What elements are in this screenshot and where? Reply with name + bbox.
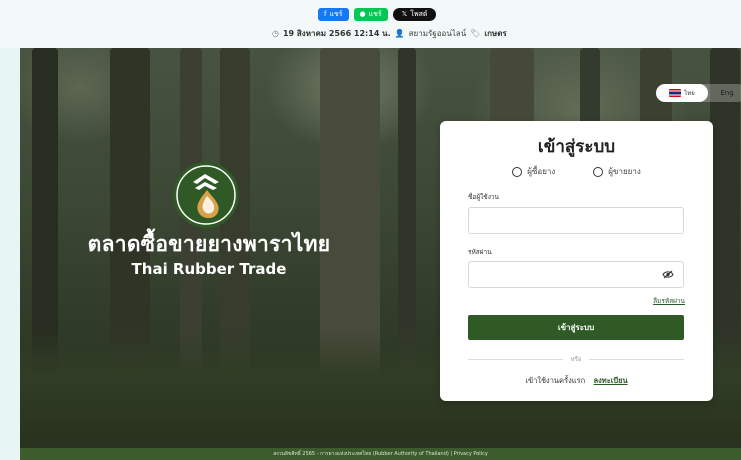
x-icon: 𝕏 (401, 10, 408, 18)
line-share-button[interactable]: ● แชร์ (353, 8, 388, 21)
brand-name-thai: ตลาดซื้อขายยางพาราไทย (87, 232, 331, 256)
role-selector: ผู้ซื้อยาง ผู้ขายยาง (440, 165, 713, 178)
brand-name-english: Thai Rubber Trade (131, 260, 287, 278)
divider-line (589, 358, 684, 360)
role-seller-label: ผู้ขายยาง (608, 167, 641, 176)
hide-password-eye-icon[interactable] (662, 270, 674, 279)
clock-icon: ◷ (272, 29, 279, 38)
register-row: เข้าใช้งานครั้งแรก ลงทะเบียน (440, 375, 713, 387)
x-post-label: โพสต์ (410, 10, 428, 18)
share-bar: f แชร์ ● แชร์ 𝕏 โพสต์ ◷ 19 สิงหาคม 2566 … (0, 0, 741, 48)
facebook-icon: f (324, 10, 327, 18)
role-buyer-radio[interactable]: ผู้ซื้อยาง (512, 165, 555, 178)
line-share-label: แชร์ (368, 10, 382, 18)
line-icon: ● (359, 10, 366, 18)
hero-image: ตลาดซื้อขายยางพาราไทย Thai Rubber Trade … (20, 48, 741, 448)
password-label: รหัสผ่าน (468, 248, 492, 256)
share-buttons: f แชร์ ● แชร์ 𝕏 โพสต์ (318, 8, 437, 21)
footer: สงวนลิขสิทธิ์ 2565 - การยางแห่งประเทศไทย… (20, 448, 741, 460)
tag-icon: 🏷 (470, 29, 481, 38)
role-seller-radio[interactable]: ผู้ขายยาง (593, 165, 641, 178)
forgot-password-link[interactable]: ลืมรหัสผ่าน (653, 296, 685, 306)
privacy-policy-link[interactable]: Privacy Policy (454, 451, 488, 457)
login-title: เข้าสู่ระบบ (537, 137, 616, 157)
footer-copyright: สงวนลิขสิทธิ์ 2565 - การยางแห่งประเทศไทย… (273, 451, 449, 457)
first-time-text: เข้าใช้งานครั้งแรก (525, 376, 586, 385)
facebook-share-button[interactable]: f แชร์ (318, 8, 349, 21)
username-label: ชื่อผู้ใช้งาน (468, 193, 499, 201)
login-card: เข้าสู่ระบบ ผู้ซื้อยาง ผู้ขายยาง ชื่อผู้… (440, 121, 713, 401)
facebook-share-label: แชร์ (329, 10, 343, 18)
role-buyer-label: ผู้ซื้อยาง (527, 167, 556, 176)
password-input[interactable] (468, 261, 684, 288)
article-meta: ◷ 19 สิงหาคม 2566 12:14 น. 👤 สยามรัฐออนไ… (272, 27, 507, 40)
article-date: 19 สิงหาคม 2566 12:14 น. (282, 29, 391, 38)
rubber-drop-logo-icon (173, 162, 239, 228)
page: f แชร์ ● แชร์ 𝕏 โพสต์ ◷ 19 สิงหาคม 2566 … (0, 0, 741, 460)
language-toggle[interactable]: ไทย Eng (656, 84, 741, 102)
thai-flag-icon (669, 89, 682, 97)
language-english-option[interactable]: Eng (708, 89, 741, 97)
or-divider: หรือ (468, 355, 684, 363)
radio-icon (593, 166, 604, 177)
register-link[interactable]: ลงทะเบียน (594, 376, 628, 385)
article-category[interactable]: เกษตร (484, 27, 506, 40)
login-submit-button[interactable]: เข้าสู่ระบบ (468, 315, 684, 340)
thai-rubber-trade-logo (171, 160, 241, 230)
divider-line (468, 358, 563, 360)
divider-or-text: หรือ (570, 356, 582, 363)
x-post-button[interactable]: 𝕏 โพสต์ (392, 8, 437, 21)
radio-icon (512, 166, 523, 177)
username-input[interactable] (468, 207, 684, 234)
language-thai-option[interactable]: ไทย (656, 84, 708, 102)
language-thai-label: ไทย (684, 90, 695, 97)
article-author[interactable]: สยามรัฐออนไลน์ (409, 27, 467, 40)
user-icon: 👤 (394, 29, 405, 38)
